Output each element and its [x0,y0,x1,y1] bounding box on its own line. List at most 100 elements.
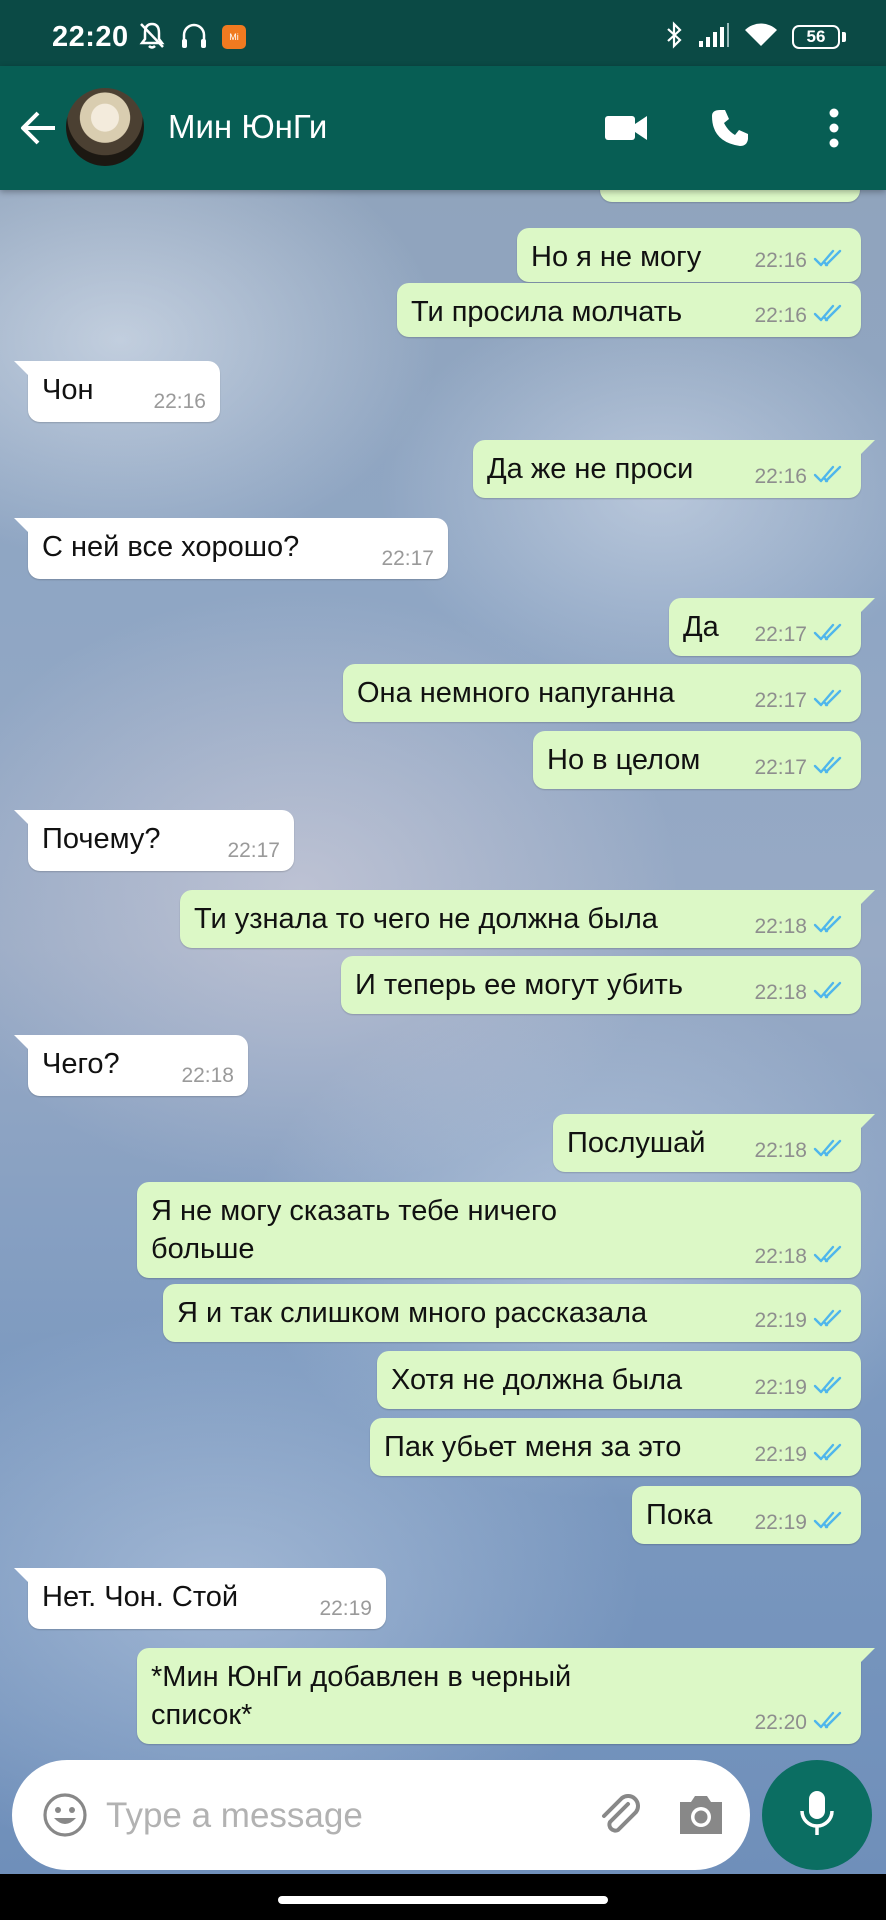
outgoing-message[interactable]: Да 22:17 [669,598,875,656]
headphones-icon [180,20,208,55]
message-time: 22:16 [754,249,807,272]
attach-icon[interactable] [596,1790,646,1840]
message-time: 22:17 [227,839,280,862]
incoming-message[interactable]: Почему? 22:17 [14,810,294,871]
message-time: 22:18 [754,1245,807,1268]
message-time: 22:17 [381,547,434,570]
voice-call-icon[interactable] [698,96,762,160]
message-text: Я и так слишком много рассказала [177,1297,648,1329]
message-meta: 22:19 [754,1375,847,1401]
outgoing-message[interactable]: Я и так слишком много рассказала 22:19 [163,1284,861,1342]
navigation-bar [0,1874,886,1920]
outgoing-message[interactable]: *Мин ЮнГи добавлен в черный список* 22:20 [137,1648,875,1744]
read-ticks-icon [813,248,847,274]
message-time: 22:19 [754,1511,807,1534]
outgoing-message[interactable]: Она немного напуганна 22:17 [343,664,861,722]
incoming-message[interactable]: С ней все хорошо? 22:17 [14,518,448,579]
message-input[interactable] [104,1784,578,1848]
mi-app-icon: Mi [222,25,246,49]
read-ticks-icon [813,1138,847,1164]
message-time: 22:16 [153,390,206,413]
message-meta: 22:20 [754,1710,847,1736]
message-time: 22:18 [181,1064,234,1087]
arrow-left-icon[interactable] [14,104,62,152]
outgoing-message[interactable]: Хотя не должна была 22:19 [377,1351,861,1409]
read-ticks-icon [813,622,847,648]
status-icons-right: 56 [664,20,846,55]
read-ticks-icon [813,1308,847,1334]
message-meta: 22:17 [381,547,434,571]
message-meta: 22:16 [153,390,206,414]
message-meta: 22:18 [181,1064,234,1088]
message-time: 22:20 [754,1711,807,1734]
camera-icon[interactable] [676,1790,726,1840]
read-ticks-icon [813,688,847,714]
mic-icon [799,1789,835,1842]
message-meta: 22:17 [754,622,847,648]
message-text: Ти узнала то чего не должна была [194,903,658,935]
chat-area[interactable]: Но я не могу 22:16 Ти просила молчать 22:16… [0,190,886,1874]
message-time: 22:17 [754,756,807,779]
outgoing-message[interactable]: Но я не могу 22:16 [517,228,861,282]
message-meta: 22:18 [754,1138,847,1164]
outgoing-message[interactable]: Ти узнала то чего не должна была 22:18 [180,890,875,948]
message-time: 22:16 [754,465,807,488]
message-meta: 22:17 [754,688,847,714]
message-time: 22:18 [754,1139,807,1162]
read-ticks-icon [813,1244,847,1270]
message-time: 22:17 [754,623,807,646]
message-meta: 22:19 [754,1308,847,1334]
contact-name[interactable]: Мин ЮнГи [168,108,327,146]
incoming-message[interactable]: Чон 22:16 [14,361,220,422]
message-meta: 22:16 [754,248,847,274]
outgoing-message[interactable]: Пока 22:19 [632,1486,861,1544]
read-ticks-icon [813,1510,847,1536]
read-ticks-icon [813,464,847,490]
header-actions [594,96,866,160]
message-meta: 22:18 [754,914,847,940]
message-meta: 22:16 [754,464,847,490]
signal-icon [698,22,730,53]
message-meta: 22:18 [754,980,847,1006]
outgoing-message[interactable]: Но в целом 22:17 [533,731,861,789]
battery-icon: 56 [792,25,846,49]
battery-tip [842,32,846,42]
read-ticks-icon [813,303,847,329]
message-bubble-partial[interactable] [600,190,860,202]
read-ticks-icon [813,1442,847,1468]
message-text: Я не могу сказать тебе ничего больше [151,1195,558,1265]
incoming-message[interactable]: Чего? 22:18 [14,1035,248,1096]
message-time: 22:16 [754,304,807,327]
read-ticks-icon [813,1375,847,1401]
message-time: 22:17 [754,689,807,712]
message-meta: 22:17 [754,755,847,781]
message-meta: 22:16 [754,303,847,329]
message-meta: 22:18 [754,1244,847,1270]
message-composer [12,1760,750,1870]
home-indicator[interactable] [278,1896,608,1904]
outgoing-message[interactable]: Да же не проси 22:16 [473,440,875,498]
status-bar: 22:20 Mi 56 [0,0,886,66]
read-ticks-icon [813,914,847,940]
incoming-message[interactable]: Нет. Чон. Стой 22:19 [14,1568,386,1629]
message-text: С ней все хорошо? [42,531,300,563]
message-time: 22:19 [754,1443,807,1466]
message-meta: 22:19 [754,1442,847,1468]
outgoing-message[interactable]: Ти просила молчать 22:16 [397,283,861,337]
message-time: 22:19 [754,1376,807,1399]
emoji-icon[interactable] [42,1792,88,1838]
mic-button[interactable] [762,1760,872,1870]
bluetooth-icon [664,20,684,55]
read-ticks-icon [813,755,847,781]
message-time: 22:18 [754,915,807,938]
message-meta: 22:19 [754,1510,847,1536]
outgoing-message[interactable]: Я не могу сказать тебе ничего больше 22:1… [137,1182,861,1278]
outgoing-message[interactable]: И теперь ее могут убить 22:18 [341,956,861,1014]
outgoing-message[interactable]: Пак убьет меня за это 22:19 [370,1418,861,1476]
outgoing-message[interactable]: Послушай 22:18 [553,1114,875,1172]
video-call-icon[interactable] [594,96,658,160]
message-meta: 22:19 [319,1597,372,1621]
avatar[interactable] [66,88,144,166]
more-vert-icon[interactable] [802,96,866,160]
message-time: 22:19 [319,1597,372,1620]
